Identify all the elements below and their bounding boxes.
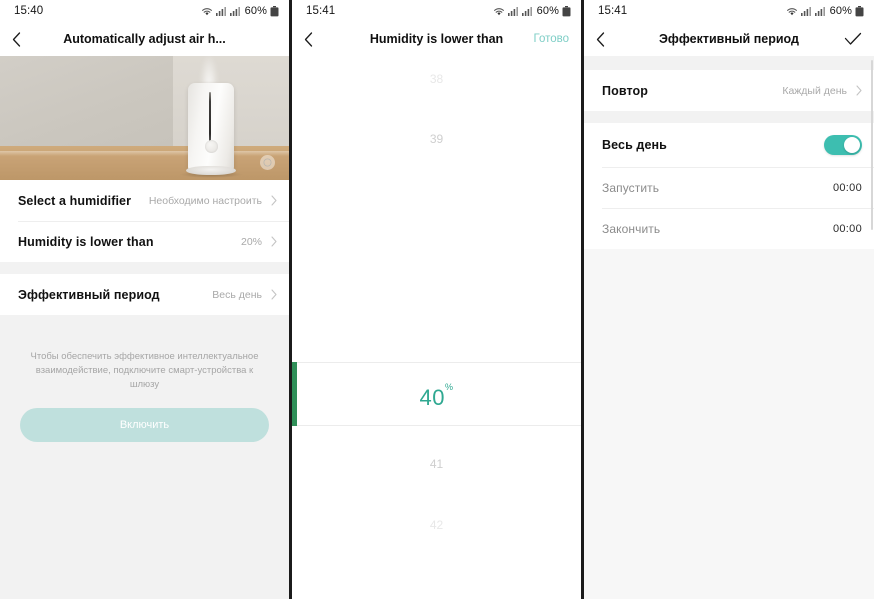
humidifier-body: [188, 83, 234, 171]
battery-percent: 60%: [829, 5, 852, 17]
signal-bars-icon-1: [800, 7, 811, 16]
signal-bars-icon-2: [229, 7, 240, 16]
settings-group-primary: Select a humidifier Необходимо настроить…: [0, 180, 289, 262]
humidity-value-picker[interactable]: 38 39 40% 41 42: [292, 56, 581, 599]
row-label: Select a humidifier: [18, 193, 132, 208]
status-icons: 60%: [786, 5, 864, 17]
wifi-icon: [201, 7, 212, 15]
vertical-scrollbar[interactable]: [871, 60, 873, 230]
row-label: Повтор: [602, 83, 648, 98]
row-value: Необходимо настроить: [148, 194, 262, 207]
battery-icon: [562, 5, 571, 16]
status-icons: 60%: [201, 5, 279, 17]
group-separator: [584, 111, 874, 123]
signal-bars-icon-1: [215, 7, 226, 16]
screen-automation-detail: 15:40 60% Automatically adjust air h... …: [0, 0, 292, 599]
group-separator: [0, 262, 289, 274]
done-button[interactable]: Готово: [533, 33, 569, 45]
row-label: Закончить: [602, 221, 661, 236]
row-select-humidifier[interactable]: Select a humidifier Необходимо настроить: [0, 180, 289, 221]
chevron-left-icon: [596, 31, 605, 47]
back-button[interactable]: [12, 28, 32, 50]
row-label: Запустить: [602, 180, 660, 195]
schedule-group: Весь день Запустить 00:00 Закончить 00:0…: [584, 123, 874, 249]
row-repeat[interactable]: Повтор Каждый день: [584, 70, 874, 111]
gateway-hint-text: Чтобы обеспечить эффективное интеллектуа…: [30, 351, 259, 390]
row-effective-period[interactable]: Эффективный период Весь день: [0, 274, 289, 315]
row-label: Весь день: [602, 138, 667, 152]
sparkle-icon: [263, 158, 272, 167]
wifi-icon: [493, 7, 504, 15]
wifi-icon: [786, 7, 797, 15]
row-value: Каждый день: [782, 84, 847, 97]
right-content: Повтор Каждый день Весь день Запустить 0…: [584, 56, 874, 599]
status-bar-right: 15:41 60%: [584, 0, 874, 22]
picker-option[interactable]: 42: [292, 518, 581, 532]
battery-percent: 60%: [244, 5, 267, 17]
signal-bars-icon-2: [521, 7, 532, 16]
picker-selected-value: 40%: [292, 381, 581, 411]
back-button[interactable]: [596, 28, 616, 50]
toggle-knob: [844, 137, 860, 153]
chevron-right-icon: [271, 289, 277, 300]
confirm-button[interactable]: [844, 32, 862, 46]
picker-track[interactable]: 38 39 40% 41 42: [292, 56, 581, 599]
picker-selected-number: 40: [419, 385, 445, 410]
settings-group-period: Эффективный период Весь день: [0, 274, 289, 315]
battery-icon: [270, 5, 279, 16]
back-button[interactable]: [304, 28, 324, 50]
chevron-left-icon: [304, 31, 313, 47]
humidifier-knob: [205, 140, 218, 153]
hero-info-badge: [260, 155, 275, 170]
three-screen-comparison: 15:40 60% Automatically adjust air h... …: [0, 0, 877, 599]
picker-option[interactable]: 38: [292, 72, 581, 86]
status-icons: 60%: [493, 5, 571, 17]
status-time: 15:41: [598, 5, 628, 17]
chevron-right-icon: [856, 85, 862, 96]
chevron-left-icon: [12, 31, 21, 47]
screen-humidity-picker: 15:41 60% Humidity is lower than Готово …: [292, 0, 584, 599]
enable-button[interactable]: Включить: [20, 408, 269, 442]
battery-icon: [855, 5, 864, 16]
page-title: Эффективный период: [659, 32, 799, 46]
humidifier-base: [186, 166, 236, 175]
nav-bar-left: Automatically adjust air h...: [0, 22, 289, 56]
signal-bars-icon-2: [814, 7, 825, 16]
check-icon: [844, 32, 862, 45]
battery-percent: 60%: [536, 5, 559, 17]
status-bar-left: 15:40 60%: [0, 0, 289, 22]
row-value: 20%: [240, 235, 262, 248]
row-end-time[interactable]: Закончить 00:00: [584, 208, 874, 249]
all-day-toggle[interactable]: [824, 135, 862, 155]
repeat-group: Повтор Каждый день: [584, 70, 874, 111]
row-all-day[interactable]: Весь день: [584, 123, 874, 167]
status-time: 15:41: [306, 5, 336, 17]
picker-option[interactable]: 39: [292, 132, 581, 146]
picker-selected-unit: %: [444, 381, 454, 392]
status-time: 15:40: [14, 5, 44, 17]
picker-option[interactable]: 41: [292, 457, 581, 471]
hero-floor-highlight: [0, 151, 289, 156]
row-value: Весь день: [212, 288, 262, 301]
nav-bar-right: Эффективный период: [584, 22, 874, 56]
screen-effective-period: 15:41 60% Эффективный период Повтор Кажд…: [584, 0, 874, 599]
nav-bar-middle: Humidity is lower than Готово: [292, 22, 581, 56]
left-footer-area: Чтобы обеспечить эффективное интеллектуа…: [0, 315, 289, 599]
row-humidity-threshold[interactable]: Humidity is lower than 20%: [0, 221, 289, 262]
row-label: Humidity is lower than: [18, 234, 154, 249]
chevron-right-icon: [271, 236, 277, 247]
row-start-time[interactable]: Запустить 00:00: [584, 167, 874, 208]
row-value: 00:00: [832, 181, 862, 194]
row-value: 00:00: [832, 222, 862, 235]
status-bar-middle: 15:41 60%: [292, 0, 581, 22]
row-label: Эффективный период: [18, 287, 160, 302]
chevron-right-icon: [271, 195, 277, 206]
humidifier-hero-image: [0, 56, 289, 180]
signal-bars-icon-1: [507, 7, 518, 16]
mist-plume: [200, 56, 218, 84]
top-spacer: [584, 56, 874, 70]
page-title: Automatically adjust air h...: [63, 32, 226, 46]
